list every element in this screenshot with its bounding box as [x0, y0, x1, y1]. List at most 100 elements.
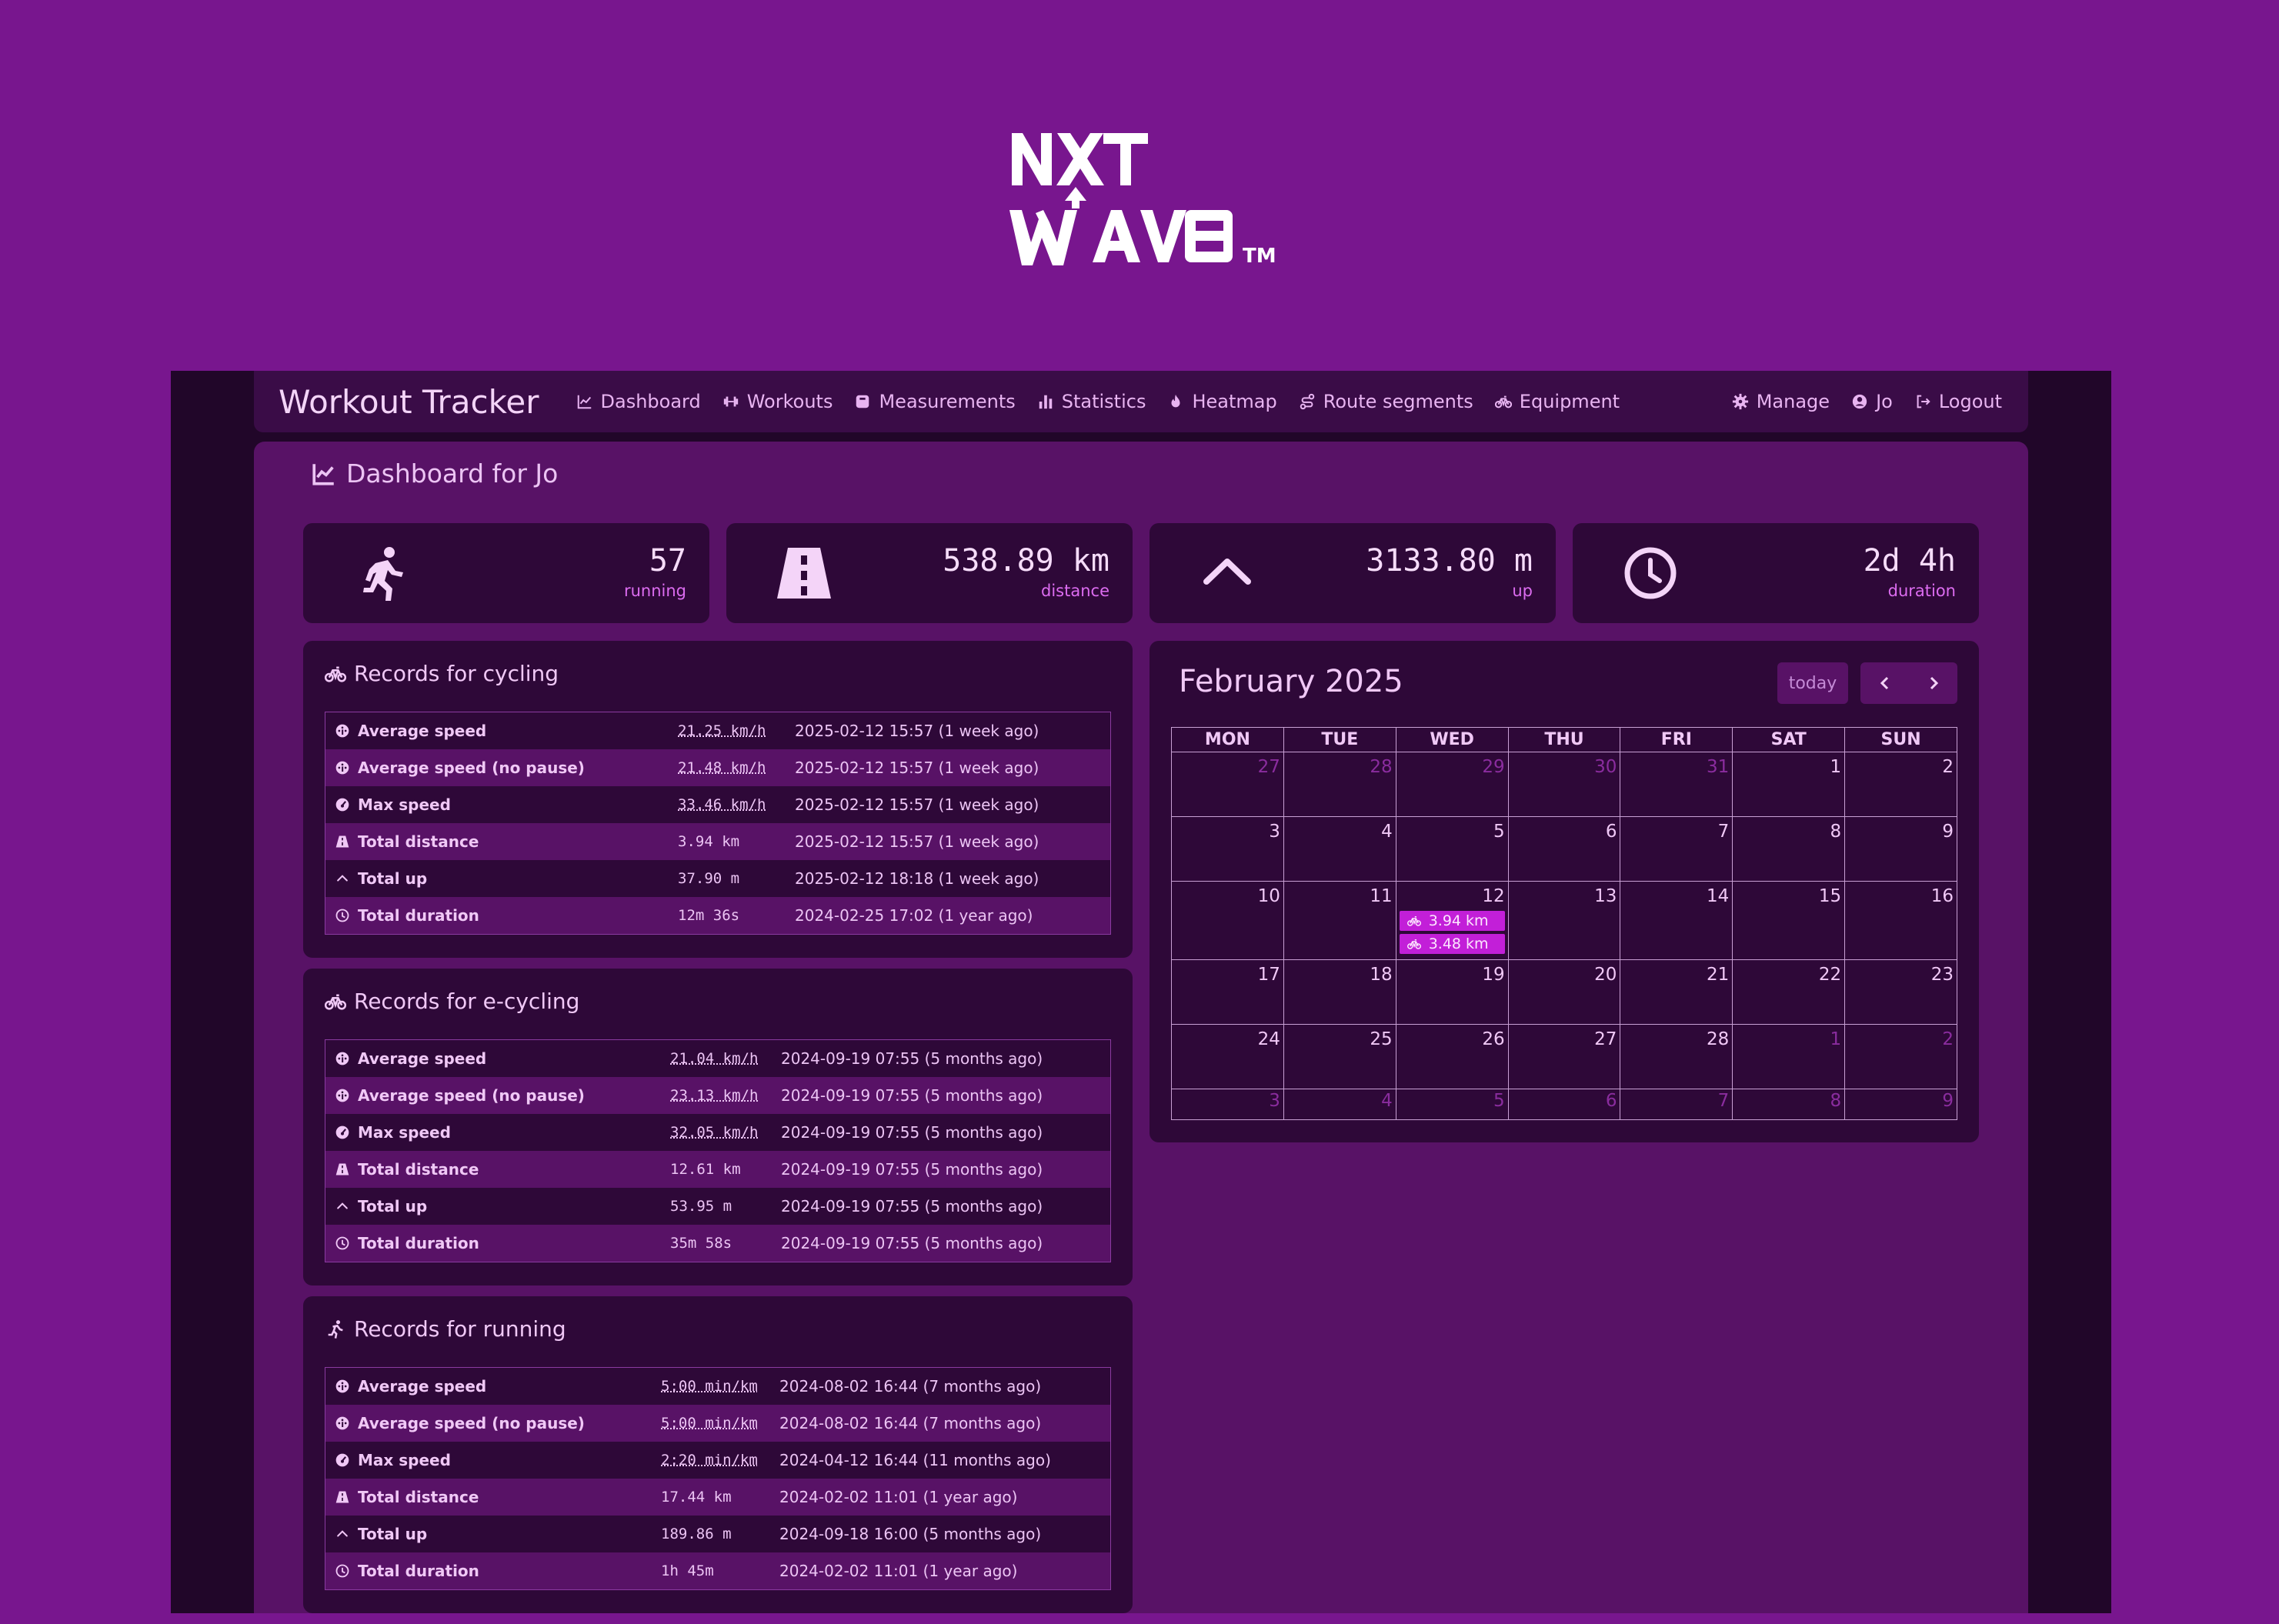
calendar-day-cell[interactable]: 19 — [1395, 959, 1509, 1025]
calendar-day-cell[interactable]: 3 — [1171, 816, 1284, 882]
route-icon — [1300, 393, 1314, 410]
records-title-text: Records for running — [354, 1316, 566, 1342]
nav-statistics[interactable]: Statistics — [1037, 391, 1146, 412]
record-value[interactable]: 5:00 min/km — [661, 1415, 758, 1432]
calendar-prev-button[interactable] — [1860, 662, 1909, 704]
calendar-day-number: 8 — [1830, 822, 1842, 842]
calendar-day-cell[interactable]: 20 — [1507, 959, 1621, 1025]
calendar-day-cell[interactable]: 6 — [1507, 1089, 1621, 1120]
user-circle-icon — [1852, 394, 1867, 409]
stat-card-up: 3133.80 m up — [1150, 523, 1556, 623]
records-card-running: Records for running Average speed 5:00 min… — [303, 1296, 1133, 1613]
calendar-day-cell[interactable]: 2 — [1844, 1024, 1957, 1089]
nav-heatmap[interactable]: Heatmap — [1167, 391, 1277, 412]
record-value[interactable]: 21.48 km/h — [678, 759, 766, 776]
record-name-label: Total up — [358, 1525, 428, 1543]
nav-workouts[interactable]: Workouts — [722, 391, 833, 412]
calendar-day-cell[interactable]: 27 — [1507, 1024, 1621, 1089]
record-value[interactable]: 33.46 km/h — [678, 796, 766, 813]
record-date: 2024-02-25 17:02 (1 year ago) — [795, 906, 1033, 925]
calendar-today-button[interactable]: today — [1777, 662, 1848, 704]
record-value[interactable]: 5:00 min/km — [661, 1378, 758, 1395]
record-name: Total duration — [335, 1562, 479, 1580]
nav-equipment[interactable]: Equipment — [1494, 391, 1620, 412]
calendar-day-cell[interactable]: 10 — [1171, 881, 1284, 960]
nav-manage[interactable]: Manage — [1732, 391, 1830, 412]
calendar-day-cell[interactable]: 11 — [1283, 881, 1396, 960]
record-name: Max speed — [335, 795, 451, 814]
calendar-day-cell[interactable]: 15 — [1732, 881, 1846, 960]
record-name: Average speed (no pause) — [335, 759, 585, 777]
record-date: 2024-09-19 07:55 (5 months ago) — [781, 1049, 1043, 1068]
calendar-day-cell[interactable]: 1 — [1732, 1024, 1846, 1089]
record-value: 53.95 m — [670, 1198, 732, 1215]
record-value[interactable]: 21.25 km/h — [678, 722, 766, 739]
calendar-day-cell[interactable]: 9 — [1844, 816, 1957, 882]
calendar-day-cell[interactable]: 4 — [1283, 816, 1396, 882]
calendar-day-cell[interactable]: 7 — [1620, 1089, 1733, 1120]
calendar-day-cell[interactable]: 16 — [1844, 881, 1957, 960]
calendar-next-button[interactable] — [1909, 662, 1957, 704]
calendar-day-cell[interactable]: 5 — [1395, 1089, 1509, 1120]
nav-label: Heatmap — [1192, 391, 1277, 412]
record-value[interactable]: 23.13 km/h — [670, 1087, 758, 1104]
calendar-day-cell[interactable]: 1 — [1732, 752, 1846, 817]
calendar-day-cell[interactable]: 8 — [1732, 1089, 1846, 1120]
calendar-day-cell[interactable]: 4 — [1283, 1089, 1396, 1120]
calendar-weekday: MON — [1171, 727, 1284, 752]
calendar-day-cell[interactable]: 14 — [1620, 881, 1733, 960]
calendar-day-cell[interactable]: 25 — [1283, 1024, 1396, 1089]
calendar-day-cell[interactable]: 22 — [1732, 959, 1846, 1025]
record-name-label: Average speed (no pause) — [358, 759, 585, 777]
calendar-day-cell[interactable]: 13 — [1507, 881, 1621, 960]
stat-label: running — [623, 582, 686, 600]
calendar-day-cell[interactable]: 18 — [1283, 959, 1396, 1025]
calendar-day-cell[interactable]: 28 — [1283, 752, 1396, 817]
record-name-label: Total distance — [358, 1488, 479, 1506]
calendar-event[interactable]: 3.94 km — [1399, 911, 1505, 931]
calendar-day-number: 6 — [1605, 822, 1617, 842]
app-brand[interactable]: Workout Tracker — [279, 383, 539, 421]
calendar-weekday: TUE — [1283, 727, 1396, 752]
nav-measurements[interactable]: Measurements — [854, 391, 1016, 412]
stat-value: 2d 4h — [1863, 543, 1956, 579]
calendar-event[interactable]: 3.48 km — [1399, 934, 1505, 954]
calendar-day-cell[interactable]: 27 — [1171, 752, 1284, 817]
page-title-text: Dashboard for Jo — [346, 459, 559, 489]
calendar-day-cell[interactable]: 3 — [1171, 1089, 1284, 1120]
record-date: 2024-09-19 07:55 (5 months ago) — [781, 1123, 1043, 1142]
calendar-day-cell[interactable]: 12 3.94 km 3.48 km — [1395, 881, 1509, 960]
nav-user[interactable]: Jo — [1851, 391, 1893, 412]
calendar-day-cell[interactable]: 9 — [1844, 1089, 1957, 1120]
nav-dashboard[interactable]: Dashboard — [576, 391, 701, 412]
calendar-day-cell[interactable]: 31 — [1620, 752, 1733, 817]
calendar-day-cell[interactable]: 30 — [1507, 752, 1621, 817]
calendar-day-cell[interactable]: 24 — [1171, 1024, 1284, 1089]
calendar-day-number: 4 — [1381, 822, 1393, 842]
record-value[interactable]: 32.05 km/h — [670, 1124, 758, 1141]
calendar-day-number: 16 — [1930, 886, 1954, 906]
calendar-day-cell[interactable]: 7 — [1620, 816, 1733, 882]
nav-label: Logout — [1938, 391, 2002, 412]
calendar-day-cell[interactable]: 26 — [1395, 1024, 1509, 1089]
calendar-day-number: 25 — [1370, 1029, 1393, 1049]
nav-route-segments[interactable]: Route segments — [1299, 391, 1473, 412]
calendar-weekday: THU — [1507, 727, 1621, 752]
nav-label: Jo — [1876, 391, 1893, 412]
svg-text:TM: TM — [1243, 245, 1276, 265]
nav-right: Manage Jo Logout — [1710, 371, 2002, 432]
calendar-day-cell[interactable]: 28 — [1620, 1024, 1733, 1089]
calendar-day-cell[interactable]: 29 — [1395, 752, 1509, 817]
calendar-day-cell[interactable]: 5 — [1395, 816, 1509, 882]
calendar-day-cell[interactable]: 6 — [1507, 816, 1621, 882]
calendar-day-cell[interactable]: 2 — [1844, 752, 1957, 817]
record-value[interactable]: 2:20 min/km — [661, 1452, 758, 1469]
calendar-day-cell[interactable]: 23 — [1844, 959, 1957, 1025]
calendar-day-cell[interactable]: 8 — [1732, 816, 1846, 882]
speedometer-icon — [335, 1125, 349, 1139]
calendar-day-cell[interactable]: 17 — [1171, 959, 1284, 1025]
record-value[interactable]: 21.04 km/h — [670, 1050, 758, 1067]
nav-logout[interactable]: Logout — [1914, 391, 2002, 412]
calendar-day-cell[interactable]: 21 — [1620, 959, 1733, 1025]
calendar-day-number: 7 — [1717, 822, 1730, 842]
